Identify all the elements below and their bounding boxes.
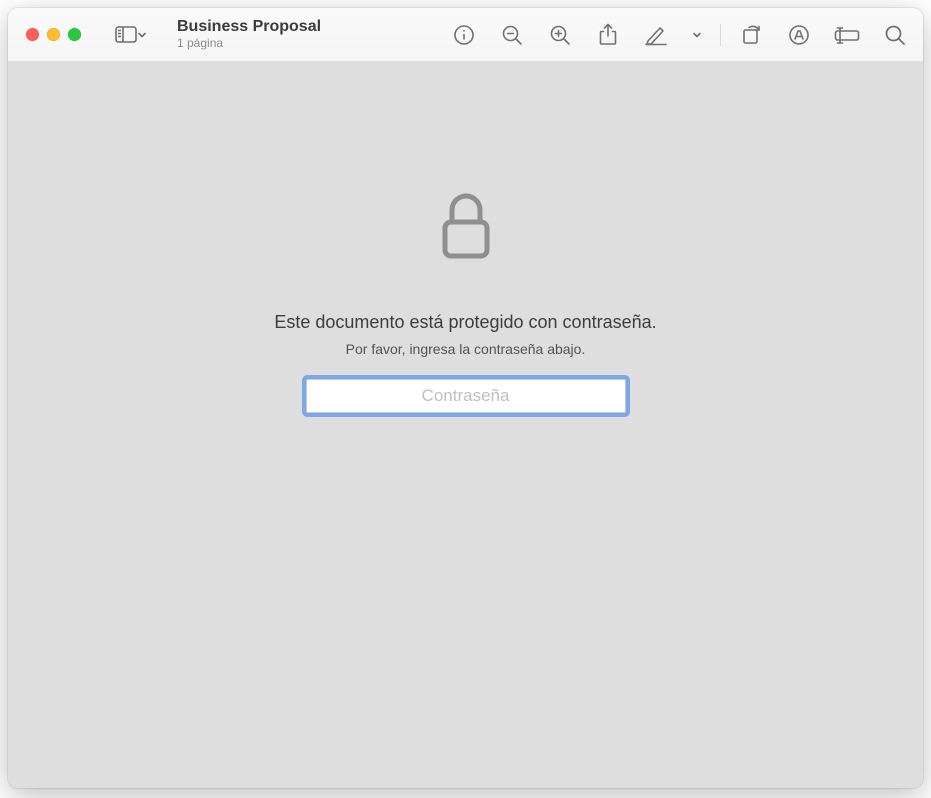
zoom-out-button[interactable] xyxy=(498,21,526,49)
markup-button[interactable] xyxy=(785,21,813,49)
window-controls xyxy=(26,28,81,41)
zoom-in-icon xyxy=(549,24,571,46)
toolbar-separator xyxy=(720,24,721,46)
chevron-down-icon xyxy=(692,30,702,40)
zoom-in-button[interactable] xyxy=(546,21,574,49)
form-fields-button[interactable] xyxy=(833,21,861,49)
rotate-button[interactable] xyxy=(737,21,765,49)
sidebar-icon xyxy=(115,26,137,43)
lock-icon xyxy=(439,192,493,262)
highlight-menu-button[interactable] xyxy=(690,21,704,49)
window-frame: Business Proposal 1 página xyxy=(8,8,923,788)
markup-icon xyxy=(788,24,810,46)
document-title: Business Proposal xyxy=(177,18,321,36)
search-icon xyxy=(884,24,906,46)
password-input[interactable] xyxy=(306,379,626,413)
locked-subtext: Por favor, ingresa la contraseña abajo. xyxy=(346,341,586,357)
form-fields-icon xyxy=(834,26,860,44)
minimize-window-button[interactable] xyxy=(47,28,60,41)
info-button[interactable] xyxy=(450,21,478,49)
highlight-icon xyxy=(644,24,668,46)
toolbar xyxy=(450,21,909,49)
highlight-button[interactable] xyxy=(642,21,670,49)
document-subtitle: 1 página xyxy=(177,37,321,51)
share-icon xyxy=(598,23,618,47)
info-icon xyxy=(453,24,475,46)
fullscreen-window-button[interactable] xyxy=(68,28,81,41)
locked-headline: Este documento está protegido con contra… xyxy=(274,312,656,333)
document-title-group: Business Proposal 1 página xyxy=(177,18,321,50)
zoom-out-icon xyxy=(501,24,523,46)
content-area: Este documento está protegido con contra… xyxy=(8,62,923,788)
rotate-icon xyxy=(740,24,762,46)
search-button[interactable] xyxy=(881,21,909,49)
title-bar: Business Proposal 1 página xyxy=(8,8,923,62)
sidebar-toggle-button[interactable] xyxy=(111,22,151,47)
chevron-down-icon xyxy=(137,30,147,40)
close-window-button[interactable] xyxy=(26,28,39,41)
share-button[interactable] xyxy=(594,21,622,49)
